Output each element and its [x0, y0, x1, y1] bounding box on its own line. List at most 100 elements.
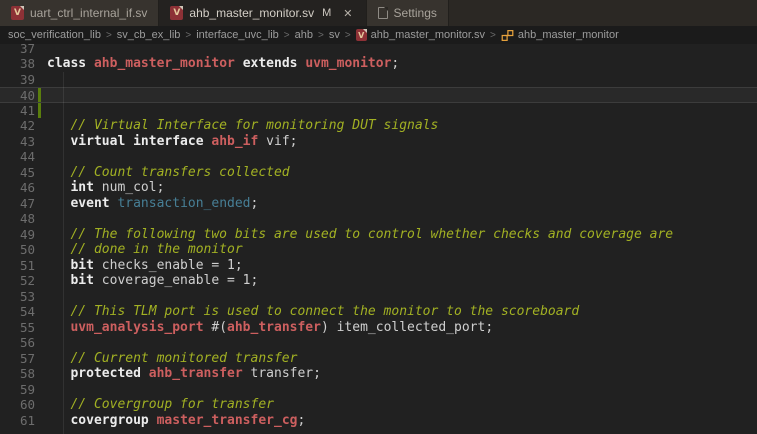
- code-token: bit: [70, 273, 93, 288]
- code-line-38[interactable]: 38class ahb_master_monitor extends uvm_m…: [0, 56, 757, 72]
- code-line-51[interactable]: 51 bit checks_enable = 1;: [0, 258, 757, 274]
- line-number: 40: [0, 88, 35, 104]
- code-line-41[interactable]: 41: [0, 103, 757, 119]
- tab-uart-ctrl-internal-if[interactable]: V uart_ctrl_internal_if.sv: [0, 0, 159, 26]
- breadcrumb-separator: >: [106, 30, 112, 41]
- line-number: 49: [0, 227, 35, 243]
- code-line-48[interactable]: 48: [0, 211, 757, 227]
- git-added-indicator: [38, 88, 41, 102]
- code-line-54[interactable]: 54 // This TLM port is used to connect t…: [0, 304, 757, 320]
- code-token: uvm_analysis_port: [70, 320, 203, 335]
- code-line-40[interactable]: 40: [0, 87, 757, 103]
- code-line-45[interactable]: 45 // Count transfers collected: [0, 165, 757, 181]
- tab-label: ahb_master_monitor.sv: [189, 6, 314, 20]
- git-added-indicator: [38, 103, 41, 119]
- code-token: ;: [391, 56, 399, 71]
- tab-settings[interactable]: Settings: [367, 0, 449, 26]
- breadcrumb-item-soc-verification-lib[interactable]: soc_verification_lib: [8, 29, 101, 41]
- breadcrumb-label: interface_uvc_lib: [196, 29, 279, 41]
- systemverilog-file-icon: V: [170, 6, 183, 20]
- line-number: 56: [0, 335, 35, 351]
- line-number: 42: [0, 118, 35, 134]
- breadcrumb-item-ahb-master-monitor-sv[interactable]: Vahb_master_monitor.sv: [356, 29, 485, 41]
- code-token: [47, 273, 70, 288]
- breadcrumb-item-ahb-master-monitor[interactable]: ahb_master_monitor: [501, 29, 619, 42]
- code-editor[interactable]: 3738class ahb_master_monitor extends uvm…: [0, 44, 757, 434]
- tab-label: Settings: [394, 6, 437, 20]
- breadcrumb: soc_verification_lib > sv_cb_ex_lib > interf…: [0, 26, 757, 44]
- code-token: uvm_monitor: [305, 56, 391, 71]
- line-number: 46: [0, 180, 35, 196]
- code-token: [149, 413, 157, 428]
- line-number: 61: [0, 413, 35, 429]
- line-number: 57: [0, 351, 35, 367]
- tab-label: uart_ctrl_internal_if.sv: [30, 6, 147, 20]
- code-token: [47, 196, 70, 211]
- breadcrumb-item-sv[interactable]: sv: [329, 29, 340, 41]
- breadcrumb-label: ahb_master_monitor.sv: [371, 29, 485, 41]
- code-line-49[interactable]: 49 // The following two bits are used to…: [0, 227, 757, 243]
- line-number: 50: [0, 242, 35, 258]
- breadcrumb-item-interface-uvc-lib[interactable]: interface_uvc_lib: [196, 29, 279, 41]
- code-token: [47, 366, 70, 381]
- code-token: protected: [70, 366, 140, 381]
- code-token: // The following two bits are used to co…: [47, 227, 673, 242]
- breadcrumb-item-sv-cb-ex-lib[interactable]: sv_cb_ex_lib: [117, 29, 181, 41]
- code-token: [235, 56, 243, 71]
- code-line-47[interactable]: 47 event transaction_ended;: [0, 196, 757, 212]
- code-line-37[interactable]: 37: [0, 44, 757, 56]
- line-number: 41: [0, 103, 35, 119]
- code-line-56[interactable]: 56: [0, 335, 757, 351]
- code-token: // This TLM port is used to connect the …: [47, 304, 579, 319]
- code-token: bit: [70, 258, 93, 273]
- systemverilog-file-icon: V: [356, 29, 367, 41]
- code-token: // Current monitored transfer: [47, 351, 297, 366]
- code-line-50[interactable]: 50 // done in the monitor: [0, 242, 757, 258]
- code-token: ahb_if: [211, 134, 258, 149]
- code-token: [86, 56, 94, 71]
- line-number: 48: [0, 211, 35, 227]
- line-number: 44: [0, 149, 35, 165]
- editor-tab-bar: V uart_ctrl_internal_if.sv V ahb_master_…: [0, 0, 757, 26]
- git-modified-badge: M: [322, 7, 331, 19]
- code-line-42[interactable]: 42 // Virtual Interface for monitoring D…: [0, 118, 757, 134]
- code-token: class: [47, 56, 86, 71]
- code-token: ;: [297, 413, 305, 428]
- code-line-60[interactable]: 60 // Covergroup for transfer: [0, 397, 757, 413]
- code-line-59[interactable]: 59: [0, 382, 757, 398]
- code-token: // done in the monitor: [47, 242, 243, 257]
- code-token: extends: [243, 56, 298, 71]
- code-line-55[interactable]: 55 uvm_analysis_port #(ahb_transfer) ite…: [0, 320, 757, 336]
- code-line-57[interactable]: 57 // Current monitored transfer: [0, 351, 757, 367]
- line-number: 52: [0, 273, 35, 289]
- breadcrumb-separator: >: [318, 30, 324, 41]
- line-number: 51: [0, 258, 35, 274]
- code-token: [47, 320, 70, 335]
- code-token: ahb_transfer: [227, 320, 321, 335]
- line-number: 38: [0, 56, 35, 72]
- code-token: master_transfer_cg: [157, 413, 298, 428]
- code-lines: 3738class ahb_master_monitor extends uvm…: [0, 44, 757, 428]
- breadcrumb-separator: >: [284, 30, 290, 41]
- line-number: 58: [0, 366, 35, 382]
- code-line-39[interactable]: 39: [0, 72, 757, 88]
- code-line-46[interactable]: 46 int num_col;: [0, 180, 757, 196]
- code-line-43[interactable]: 43 virtual interface ahb_if vif;: [0, 134, 757, 150]
- code-token: coverage_enable = 1;: [94, 273, 258, 288]
- code-line-44[interactable]: 44: [0, 149, 757, 165]
- code-token: [47, 134, 70, 149]
- close-icon[interactable]: ✕: [341, 6, 354, 21]
- tab-ahb-master-monitor[interactable]: V ahb_master_monitor.sv M ✕: [159, 0, 366, 26]
- code-token: // Count transfers collected: [47, 165, 290, 180]
- line-number: 45: [0, 165, 35, 181]
- code-token: ) item_collected_port;: [321, 320, 493, 335]
- line-number: 54: [0, 304, 35, 320]
- code-line-53[interactable]: 53: [0, 289, 757, 305]
- code-token: transaction_ended: [117, 196, 250, 211]
- code-line-52[interactable]: 52 bit coverage_enable = 1;: [0, 273, 757, 289]
- code-line-58[interactable]: 58 protected ahb_transfer transfer;: [0, 366, 757, 382]
- code-line-61[interactable]: 61 covergroup master_transfer_cg;: [0, 413, 757, 429]
- code-token: ;: [251, 196, 259, 211]
- breadcrumb-separator: >: [490, 30, 496, 41]
- breadcrumb-item-ahb[interactable]: ahb: [295, 29, 313, 41]
